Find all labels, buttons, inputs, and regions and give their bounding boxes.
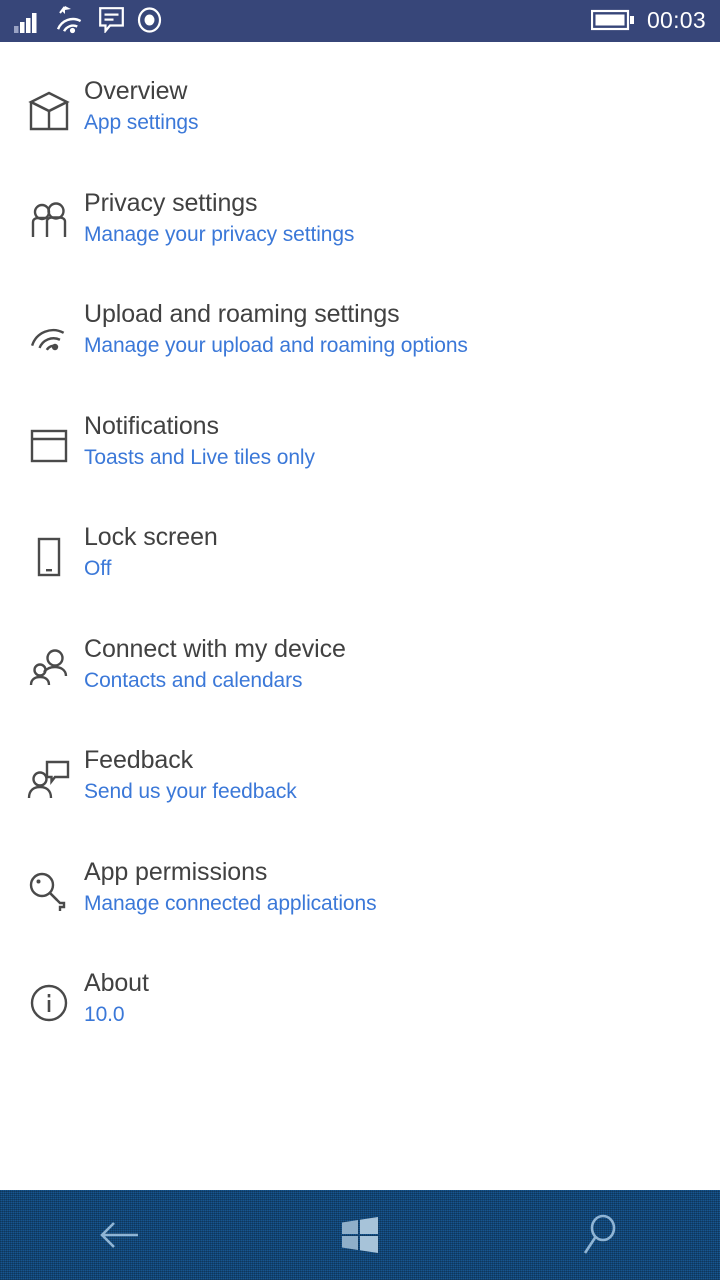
list-item-title: App permissions (84, 857, 268, 886)
list-item-title: Overview (84, 77, 188, 105)
list-item-privacy-settings[interactable]: Privacy settings Manage your privacy set… (0, 180, 720, 292)
list-item-subtitle: Manage your upload and roaming options (84, 334, 468, 357)
list-item-lock-screen[interactable]: Lock screen Off (0, 514, 720, 626)
list-item-text: Connect with my device Contacts and cale… (84, 626, 346, 696)
list-item-text: Notifications Toasts and Live tiles only (84, 403, 315, 473)
list-item-title: About (84, 969, 149, 997)
contacts-icon (18, 638, 80, 700)
list-item-text: Privacy settings Manage your privacy set… (84, 180, 354, 250)
list-item-subtitle: 10.0 (84, 1003, 125, 1026)
wifi-icon (18, 303, 80, 365)
key-icon (18, 861, 80, 923)
back-arrow-icon (100, 1222, 138, 1248)
settings-list: Overview App settings Privacy settings M… (0, 42, 720, 1190)
list-item-notifications[interactable]: Notifications Toasts and Live tiles only (0, 403, 720, 515)
list-item-text: About 10.0 (84, 960, 149, 1030)
status-bar-clock: 00:03 (646, 6, 706, 33)
start-button[interactable] (240, 1190, 480, 1280)
wifi-roaming-icon (56, 6, 82, 34)
list-item-subtitle: App settings (84, 111, 199, 134)
list-item-subtitle: Send us your feedback (84, 780, 297, 803)
list-item-subtitle: Manage connected applications (84, 891, 377, 915)
list-item-title: Lock screen (84, 523, 218, 551)
navigation-bar (0, 1190, 720, 1280)
phone-icon (18, 526, 80, 588)
list-item-title: Upload and roaming settings (84, 300, 400, 328)
list-item-title: Connect with my device (84, 634, 346, 663)
list-item-app-permissions[interactable]: App permissions Manage connected applica… (0, 849, 720, 961)
list-item-upload-roaming[interactable]: Upload and roaming settings Manage your … (0, 291, 720, 403)
list-item-text: Upload and roaming settings Manage your … (84, 291, 468, 361)
list-item-subtitle: Off (84, 557, 112, 580)
notification-icon (18, 415, 80, 477)
cellular-signal-icon (14, 13, 37, 33)
search-icon (583, 1214, 616, 1254)
list-item-subtitle: Toasts and Live tiles only (84, 445, 315, 469)
battery-icon (590, 9, 634, 31)
list-item-subtitle: Manage your privacy settings (84, 222, 355, 246)
list-item-title: Notifications (84, 411, 219, 440)
list-item-connect-device[interactable]: Connect with my device Contacts and cale… (0, 626, 720, 738)
sms-message-icon (99, 7, 124, 33)
app-root: 00:03 Overview App settings Privacy sett… (0, 0, 720, 1280)
search-button[interactable] (480, 1190, 720, 1280)
feedback-icon (18, 749, 80, 811)
info-icon (18, 972, 80, 1034)
list-item-title: Feedback (84, 746, 193, 774)
back-button[interactable] (0, 1190, 240, 1280)
list-item-feedback[interactable]: Feedback Send us your feedback (0, 737, 720, 849)
list-item-title: Privacy settings (84, 188, 258, 217)
status-bar-left-icons (14, 0, 162, 42)
cube-icon (18, 80, 80, 142)
list-item-text: Lock screen Off (84, 514, 218, 584)
windows-logo-icon (342, 1217, 378, 1253)
list-item-text: Feedback Send us your feedback (84, 737, 297, 807)
two-people-icon (18, 192, 80, 254)
list-item-text: App permissions Manage connected applica… (84, 849, 377, 919)
recording-indicator-icon (137, 7, 162, 33)
list-item-subtitle: Contacts and calendars (84, 668, 303, 692)
list-item-text: Overview App settings (84, 68, 198, 138)
list-item-overview[interactable]: Overview App settings (0, 68, 720, 180)
status-bar-right: 00:03 (590, 6, 706, 36)
status-bar: 00:03 (0, 0, 720, 42)
list-item-about[interactable]: About 10.0 (0, 960, 720, 1072)
